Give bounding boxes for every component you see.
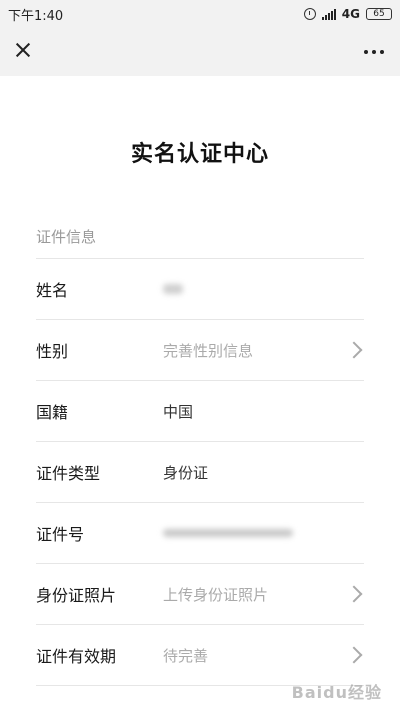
section-label: 证件信息	[36, 228, 97, 246]
watermark-logo: Baidu经验	[291, 683, 382, 702]
row-nationality: 国籍 中国	[36, 381, 364, 442]
battery-level: 65	[373, 8, 385, 19]
network-type: 4G	[341, 7, 360, 21]
chevron-right-icon	[345, 646, 363, 664]
id-validity-value: 待完善	[163, 646, 209, 665]
row-label: 身份证照片	[36, 586, 117, 605]
row-gender[interactable]: 性别 完善性别信息	[36, 320, 364, 381]
row-label: 证件类型	[36, 464, 101, 483]
chevron-right-icon	[345, 585, 363, 603]
page-title: 实名认证中心	[130, 142, 269, 167]
row-label: 证件号	[36, 525, 85, 544]
alarm-icon	[303, 8, 316, 20]
row-id-photo[interactable]: 身份证照片 上传身份证照片	[36, 564, 364, 625]
row-label: 证件有效期	[36, 647, 117, 666]
row-id-validity[interactable]: 证件有效期 待完善	[36, 625, 364, 686]
more-icon[interactable]	[362, 42, 386, 62]
row-label: 性别	[36, 342, 69, 361]
id-type-value: 身份证	[163, 463, 209, 482]
row-label: 国籍	[36, 403, 69, 422]
battery-icon: 65	[366, 8, 392, 20]
id-photo-value: 上传身份证照片	[163, 585, 269, 604]
row-id-number: 证件号	[36, 503, 364, 564]
status-bar: 下午1:40 4G 65	[0, 0, 400, 28]
signal-icon	[321, 8, 336, 20]
info-rows: 姓名 性别 完善性别信息 国籍 中国 证件类型 身份证 证件号 身份证照片 上传…	[0, 259, 400, 686]
status-icons: 4G 65	[303, 7, 392, 21]
row-name: 姓名	[36, 259, 364, 320]
name-value-masked	[163, 284, 183, 294]
close-icon[interactable]	[10, 36, 38, 64]
nationality-value: 中国	[163, 402, 194, 421]
gender-value: 完善性别信息	[163, 341, 254, 360]
nav-bar	[0, 28, 400, 76]
row-label: 姓名	[36, 281, 69, 300]
chevron-right-icon	[345, 341, 363, 359]
id-number-masked	[163, 529, 293, 537]
row-id-type: 证件类型 身份证	[36, 442, 364, 503]
status-time: 下午1:40	[8, 8, 64, 24]
